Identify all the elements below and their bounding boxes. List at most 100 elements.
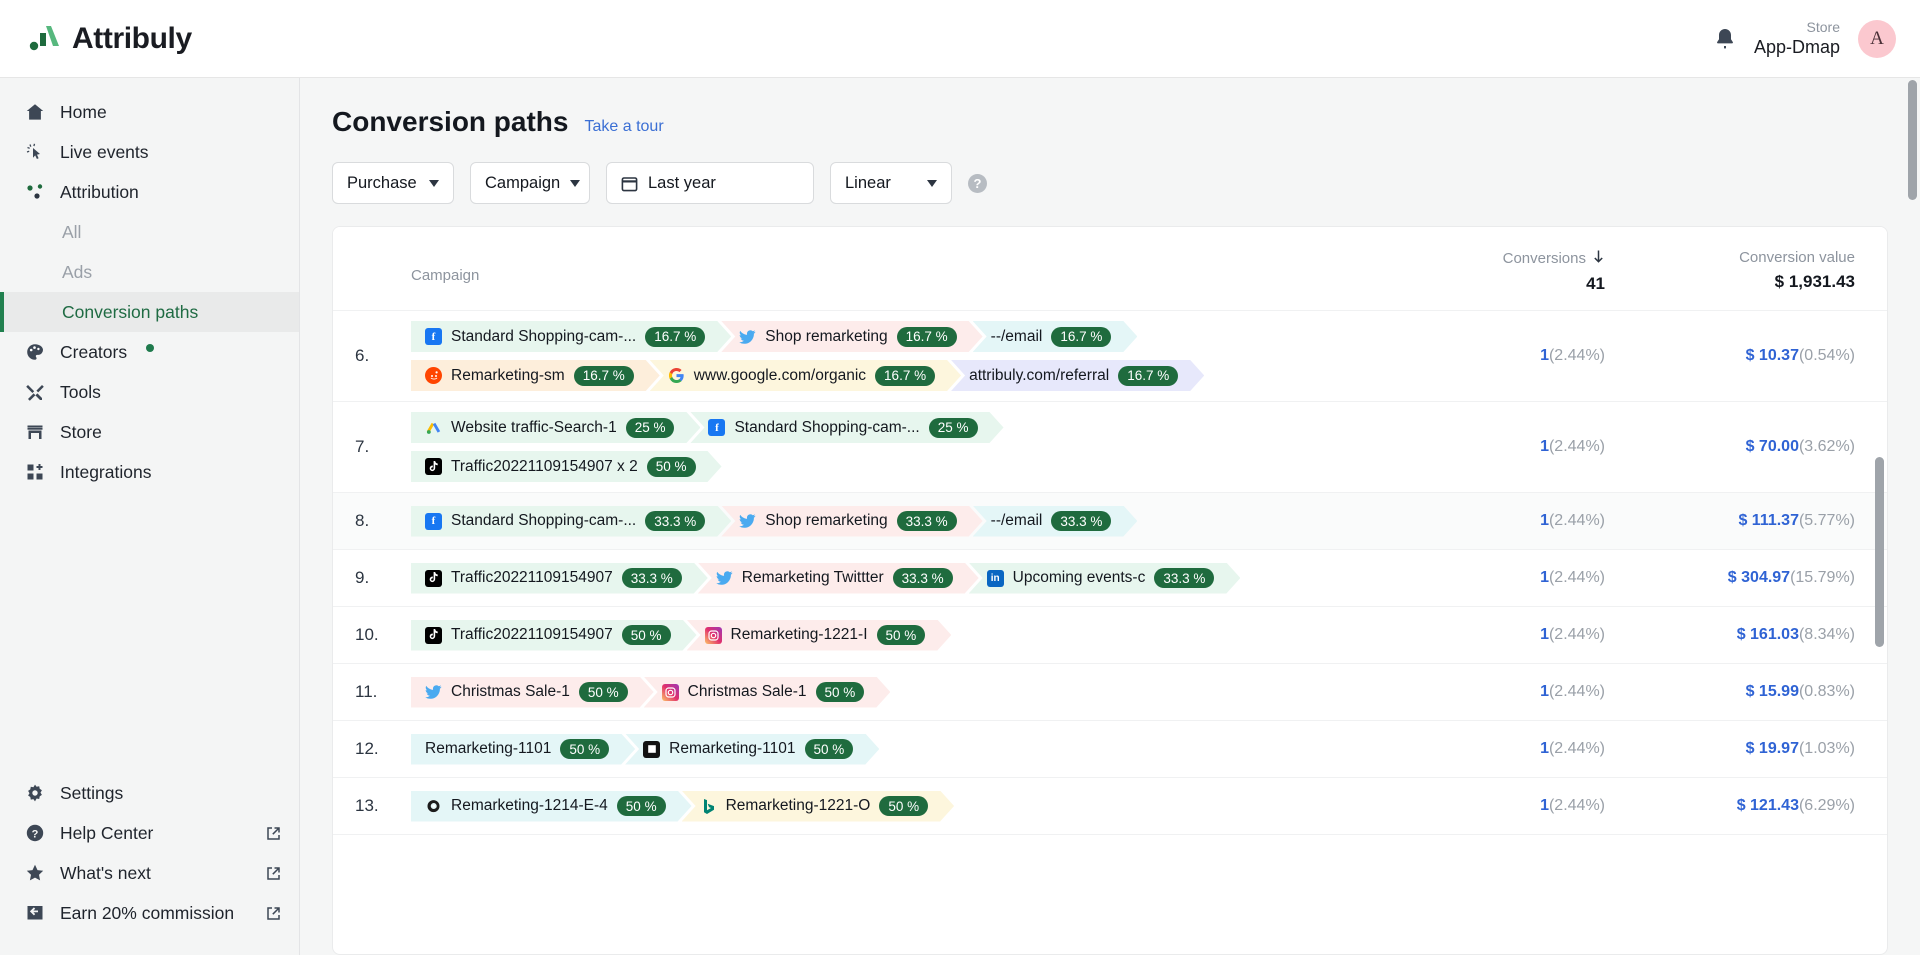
path-step[interactable]: Christmas Sale-150 % <box>411 677 654 708</box>
path-step[interactable]: Shop remarketing16.7 % <box>721 321 982 352</box>
path-step[interactable]: fStandard Shopping-cam-...16.7 % <box>411 321 731 352</box>
table-scrollbar[interactable] <box>1875 457 1884 647</box>
sidebar-item-creators[interactable]: Creators <box>0 332 299 372</box>
column-header-conversions[interactable]: Conversions 41 <box>1445 249 1605 294</box>
twitter-icon <box>425 684 442 701</box>
path-step[interactable]: Remarketing-110150 % <box>411 734 635 765</box>
row-conversion-value: $ 111.37(5.77%) <box>1665 512 1855 530</box>
sidebar-item-integrations[interactable]: Integrations <box>0 452 299 492</box>
sidebar-item-attribution[interactable]: Attribution <box>0 172 299 212</box>
tiktok-icon <box>425 458 442 475</box>
path-step[interactable]: Remarketing-1221-I50 % <box>687 620 952 651</box>
path-step[interactable]: fStandard Shopping-cam-...25 % <box>690 412 1003 443</box>
attribution-model-value: Linear <box>845 174 891 193</box>
sidebar-item-ads[interactable]: Ads <box>0 252 299 292</box>
path-step[interactable]: www.google.com/organic 16.7 % <box>650 360 961 391</box>
sort-desc-arrow-icon[interactable] <box>1592 249 1605 268</box>
help-icon[interactable]: ? <box>968 174 987 193</box>
table-row[interactable]: 9.Traffic2022110915490733.3 %Remarketing… <box>333 550 1887 607</box>
avatar[interactable]: A <box>1858 20 1896 58</box>
row-conversion-value: $ 19.97(1.03%) <box>1665 740 1855 758</box>
brand[interactable]: Attribuly <box>28 19 192 58</box>
table-row[interactable]: 8.fStandard Shopping-cam-...33.3 %Shop r… <box>333 493 1887 550</box>
table-row[interactable]: 7.Website traffic-Search-125 %fStandard … <box>333 402 1887 493</box>
twitter-icon <box>716 570 733 587</box>
row-conversion-value-amount: $ 19.97 <box>1746 740 1799 757</box>
path-step-label: --/email <box>991 512 1043 530</box>
column-header-conversion-value[interactable]: Conversion value $ 1,931.43 <box>1665 249 1855 294</box>
sidebar-item-conversion-paths[interactable]: Conversion paths <box>0 292 299 332</box>
path-step-percent: 50 % <box>622 625 671 645</box>
path-step[interactable]: fStandard Shopping-cam-...33.3 % <box>411 506 731 537</box>
row-conversions: 1(2.44%) <box>1445 438 1605 456</box>
sidebar-item-live-events[interactable]: Live events <box>0 132 299 172</box>
row-conversions-percent: (2.44%) <box>1549 438 1605 455</box>
sidebar-item-earn-commission[interactable]: Earn 20% commission <box>0 893 299 933</box>
sidebar-item-home[interactable]: Home <box>0 92 299 132</box>
live-events-icon <box>24 142 46 162</box>
path-step[interactable]: inUpcoming events-c33.3 % <box>969 563 1241 594</box>
facebook-icon: f <box>425 513 442 530</box>
path-step-label: Traffic20221109154907 <box>451 626 613 644</box>
path-step[interactable]: Website traffic-Search-125 % <box>411 412 700 443</box>
path-step[interactable]: Remarketing-1214-E-450 % <box>411 791 692 822</box>
path-step[interactable]: --/email16.7 % <box>973 321 1138 352</box>
path-step-percent: 16.7 % <box>1118 366 1178 386</box>
tiktok-icon <box>425 570 442 587</box>
sidebar-item-help-center[interactable]: ?Help Center <box>0 813 299 853</box>
row-conversion-value-amount: $ 70.00 <box>1746 438 1799 455</box>
path-step[interactable]: Traffic20221109154907 x 250 % <box>411 451 722 482</box>
conversions-total: 41 <box>1445 274 1605 294</box>
row-conversion-value-amount: $ 111.37 <box>1738 512 1799 529</box>
tiktok-icon <box>425 627 442 644</box>
path-step-label: Remarketing-1221-O <box>726 797 871 815</box>
path-chain: Website traffic-Search-125 %fStandard Sh… <box>411 412 1445 443</box>
table-row[interactable]: 13.Remarketing-1214-E-450 %Remarketing-1… <box>333 778 1887 835</box>
take-a-tour-link[interactable]: Take a tour <box>584 118 663 136</box>
sidebar-item-settings[interactable]: Settings <box>0 773 299 813</box>
row-conversions: 1(2.44%) <box>1445 740 1605 758</box>
path-step[interactable]: attribuly.com/referral16.7 % <box>951 360 1204 391</box>
table-row[interactable]: 12.Remarketing-110150 %Remarketing-11015… <box>333 721 1887 778</box>
event-select[interactable]: Purchase <box>332 162 454 204</box>
path-step[interactable]: Remarketing-sm16.7 % <box>411 360 660 391</box>
table-row[interactable]: 11.Christmas Sale-150 %Christmas Sale-15… <box>333 664 1887 721</box>
path-step[interactable]: --/email33.3 % <box>973 506 1138 537</box>
page-scrollbar[interactable] <box>1908 80 1917 200</box>
path-step-label: www.google.com/organic <box>694 367 866 385</box>
path-step[interactable]: Traffic2022110915490733.3 % <box>411 563 708 594</box>
date-range-picker[interactable]: Last year <box>606 162 814 204</box>
path-step[interactable]: Christmas Sale-150 % <box>644 677 891 708</box>
column-header-conversions-label: Conversions <box>1503 250 1586 267</box>
path-chain: Traffic2022110915490733.3 %Remarketing T… <box>411 563 1445 594</box>
path-step-percent: 33.3 % <box>1154 568 1214 588</box>
dimension-select[interactable]: Campaign <box>470 162 590 204</box>
table-row[interactable]: 10.Traffic2022110915490750 %Remarketing-… <box>333 607 1887 664</box>
path-step[interactable]: Traffic20221109154907 50 % <box>411 620 697 651</box>
sidebar-item-tools[interactable]: Tools <box>0 372 299 412</box>
path-cell: fStandard Shopping-cam-...16.7 %Shop rem… <box>411 311 1445 401</box>
external-link-icon <box>266 826 281 841</box>
path-cell: Website traffic-Search-125 %fStandard Sh… <box>411 402 1445 492</box>
attribution-model-select[interactable]: Linear <box>830 162 952 204</box>
row-conversion-value-percent: (6.29%) <box>1799 797 1855 814</box>
path-step[interactable]: Remarketing-110150 % <box>625 734 879 765</box>
path-chain: Remarketing-1214-E-450 %Remarketing-1221… <box>411 791 1445 822</box>
notification-bell-icon[interactable] <box>1714 27 1736 51</box>
store-block[interactable]: Store App-Dmap <box>1754 19 1840 59</box>
sidebar-item-label: Integrations <box>60 462 151 483</box>
sidebar-item-label: Attribution <box>60 182 139 203</box>
table-row[interactable]: 6.fStandard Shopping-cam-...16.7 %Shop r… <box>333 311 1887 402</box>
sidebar-item-whats-next[interactable]: What's next <box>0 853 299 893</box>
path-step-label: Standard Shopping-cam-... <box>451 328 636 346</box>
path-step-label: Remarketing-1214-E-4 <box>451 797 608 815</box>
path-chain: Remarketing-110150 %Remarketing-110150 % <box>411 734 1445 765</box>
path-step[interactable]: Shop remarketing33.3 % <box>721 506 982 537</box>
path-step[interactable]: Remarketing-1221-O50 % <box>682 791 955 822</box>
path-step-percent: 16.7 % <box>875 366 935 386</box>
row-rank: 8. <box>333 511 411 531</box>
gear-icon <box>24 783 46 803</box>
sidebar-item-store[interactable]: Store <box>0 412 299 452</box>
path-step[interactable]: Remarketing Twittter33.3 % <box>698 563 979 594</box>
sidebar-item-all[interactable]: All <box>0 212 299 252</box>
